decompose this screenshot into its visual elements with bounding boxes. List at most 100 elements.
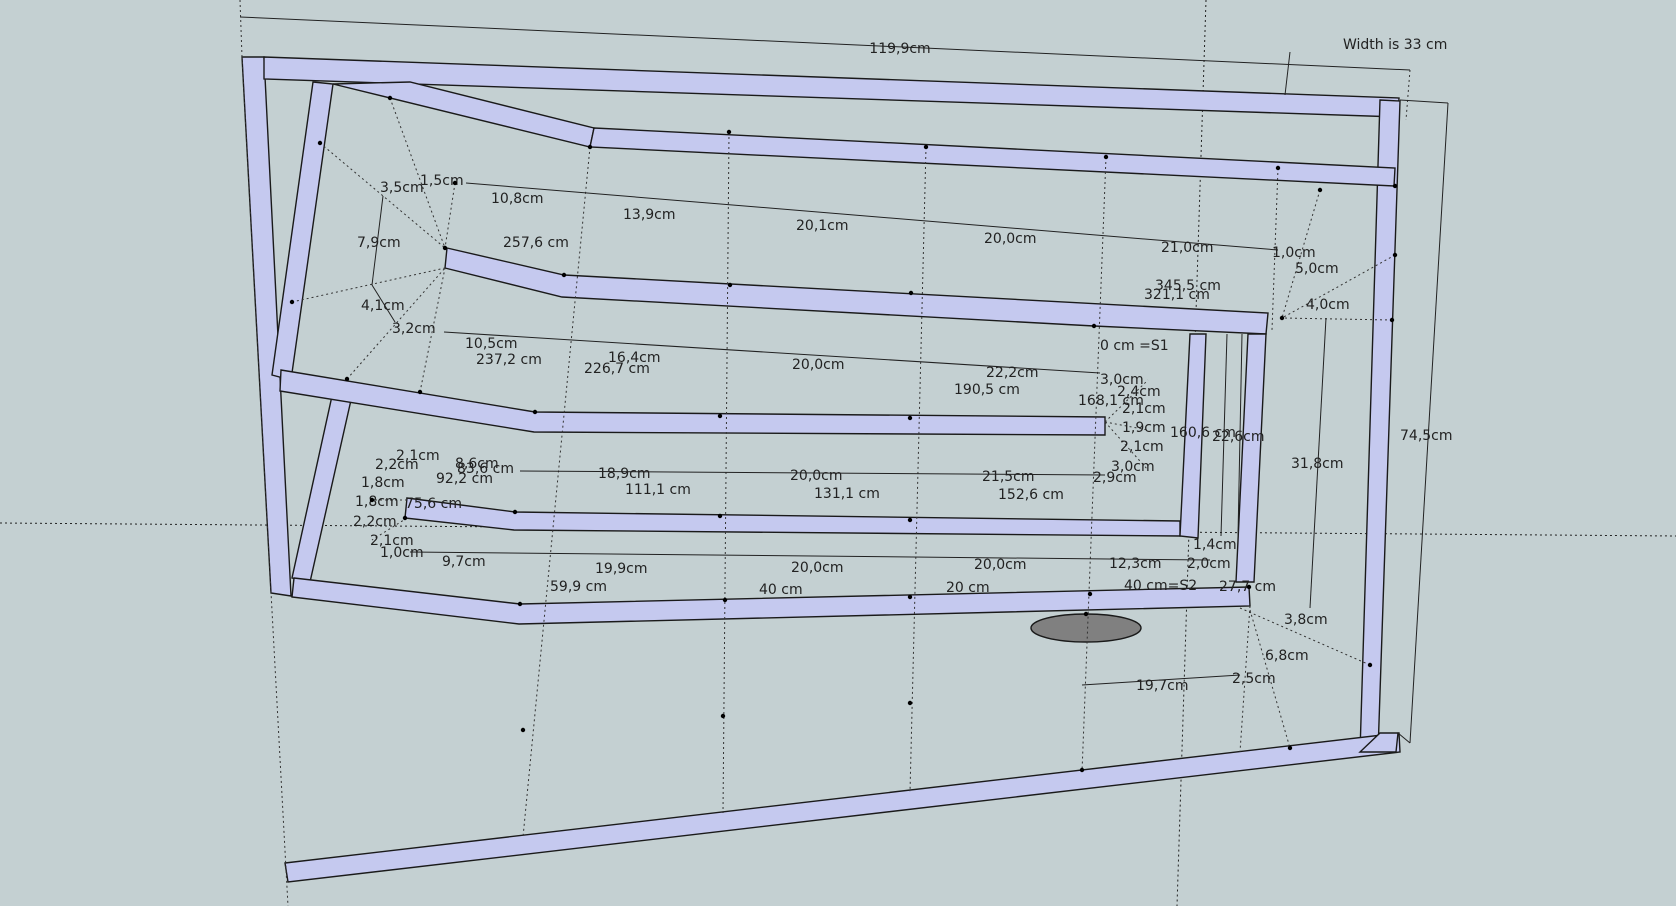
- overall-height-label: 74,5cm: [1400, 428, 1453, 444]
- enclosure-drawing: 119,9cm Width is 33 cm 74,5cm 10,8cm 13,…: [0, 0, 1676, 906]
- inference-point: [387, 95, 393, 101]
- mid-d1-label: 237,2 cm: [476, 352, 542, 368]
- left-diagonal-brace-upper[interactable]: [271, 81, 334, 381]
- inference-point: [417, 389, 423, 395]
- bottom-seg3-label: 20,0cm: [791, 560, 844, 576]
- overall-width-label: 119,9cm: [869, 41, 930, 57]
- mid-r7-label: 2,9cm: [1093, 470, 1137, 486]
- upper-baffle[interactable]: [589, 127, 1396, 187]
- inference-point: [720, 713, 726, 719]
- mid-h2-label: 22,6cm: [1212, 429, 1265, 445]
- fourth-baffle[interactable]: [404, 497, 1181, 537]
- inference-point: [512, 509, 518, 515]
- inference-point: [520, 727, 526, 733]
- third-baffle[interactable]: [279, 369, 1106, 436]
- top-c2-label: 1,5cm: [420, 173, 464, 189]
- mid-seg3-label: 20,0cm: [792, 357, 845, 373]
- inference-point: [317, 140, 323, 146]
- top-seg5-label: 21,0cm: [1161, 240, 1214, 256]
- inference-point: [1079, 767, 1085, 773]
- bottom-e3-label: 19,7cm: [1136, 678, 1189, 694]
- bottom-seg2-label: 19,9cm: [595, 561, 648, 577]
- width-note-label: Width is 33 cm: [1343, 37, 1447, 53]
- low-l4-label: 1,8cm: [355, 494, 399, 510]
- top-c3-label: 7,9cm: [357, 235, 401, 251]
- inference-point: [369, 497, 375, 503]
- bottom-outer-panel[interactable]: [284, 732, 1401, 883]
- inference-point: [1103, 154, 1109, 160]
- inference-point: [923, 144, 929, 150]
- inference-point: [532, 409, 538, 415]
- inference-point: [517, 601, 523, 607]
- top-rc1-label: 1,0cm: [1272, 245, 1316, 261]
- inference-point: [1279, 315, 1285, 321]
- low-l2-label: 2,2cm: [375, 457, 419, 473]
- bottom-seg4-label: 20,0cm: [974, 557, 1027, 573]
- bottom-d3-label: 20 cm: [946, 580, 990, 596]
- inference-point: [907, 415, 913, 421]
- inference-point: [344, 376, 350, 382]
- inference-point: [1367, 662, 1373, 668]
- inference-point: [1087, 591, 1093, 597]
- inference-point: [1392, 252, 1398, 258]
- dimension-lines: [239, 16, 1449, 744]
- top-seg1-label: 10,8cm: [491, 191, 544, 207]
- inference-point: [442, 245, 448, 251]
- right-outer-panel[interactable]: [1359, 99, 1401, 753]
- port-opening[interactable]: [1030, 613, 1142, 643]
- bottom-e1-label: 3,8cm: [1284, 612, 1328, 628]
- bottom-b1-label: 1,4cm: [1193, 537, 1237, 553]
- inference-point: [1275, 165, 1281, 171]
- top-seg2-label: 13,9cm: [623, 207, 676, 223]
- bottom-d1-label: 59,9 cm: [550, 579, 607, 595]
- inference-point: [727, 282, 733, 288]
- low-l7-label: 1,0cm: [380, 545, 424, 561]
- inference-point: [402, 515, 408, 521]
- inference-point: [1083, 611, 1089, 617]
- mid-h3-label: 31,8cm: [1291, 456, 1344, 472]
- bottom-s2-label: 40 cm=S2: [1124, 578, 1197, 594]
- mid-seg4-label: 22,2cm: [986, 365, 1039, 381]
- inference-point: [908, 290, 914, 296]
- bottom-e4-label: 2,5cm: [1232, 671, 1276, 687]
- mid-r3-label: 2,1cm: [1122, 401, 1166, 417]
- upper-slanted-baffle[interactable]: [332, 81, 595, 148]
- inference-point: [722, 597, 728, 603]
- top-d3-label: 321,1 cm: [1144, 287, 1210, 303]
- mid-seg1-label: 10,5cm: [465, 336, 518, 352]
- inference-point: [587, 144, 593, 150]
- inference-point: [1389, 317, 1395, 323]
- bottom-d2-label: 40 cm: [759, 582, 803, 598]
- bottom-seg1-label: 9,7cm: [442, 554, 486, 570]
- mid-s1-label: 0 cm =S1: [1100, 338, 1169, 354]
- bottom-seg5-label: 12,3cm: [1109, 556, 1162, 572]
- inference-point: [289, 299, 295, 305]
- left-diagonal-brace-lower[interactable]: [291, 395, 352, 583]
- top-c4-label: 4,1cm: [361, 298, 405, 314]
- mid-d2-label: 226,7 cm: [584, 361, 650, 377]
- inference-point: [1287, 745, 1293, 751]
- inference-point: [1246, 584, 1252, 590]
- top-rc3-label: 4,0cm: [1306, 297, 1350, 313]
- right-vertical-panel[interactable]: [1235, 333, 1267, 583]
- top-seg4-label: 20,0cm: [984, 231, 1037, 247]
- inference-point: [907, 517, 913, 523]
- top-seg3-label: 20,1cm: [796, 218, 849, 234]
- sketch-viewport[interactable]: 119,9cm Width is 33 cm 74,5cm 10,8cm 13,…: [0, 0, 1676, 906]
- bottom-b2-label: 2,0cm: [1187, 556, 1231, 572]
- low-d5-label: 152,6 cm: [998, 487, 1064, 503]
- top-c5-label: 3,2cm: [392, 321, 436, 337]
- low-seg3-label: 20,0cm: [790, 468, 843, 484]
- low-l5-label: 2,2cm: [353, 514, 397, 530]
- inference-point: [452, 180, 458, 186]
- top-c1-label: 3,5cm: [380, 180, 424, 196]
- bottom-e2-label: 6,8cm: [1265, 648, 1309, 664]
- low-seg2-label: 18,9cm: [598, 466, 651, 482]
- mid-r5-label: 2,1cm: [1120, 439, 1164, 455]
- inference-point: [907, 594, 913, 600]
- top-d1-label: 257,6 cm: [503, 235, 569, 251]
- inference-point: [717, 513, 723, 519]
- low-l3-label: 1,8cm: [361, 475, 405, 491]
- inference-point: [1317, 187, 1323, 193]
- mid-r2-label: 2,4cm: [1117, 384, 1161, 400]
